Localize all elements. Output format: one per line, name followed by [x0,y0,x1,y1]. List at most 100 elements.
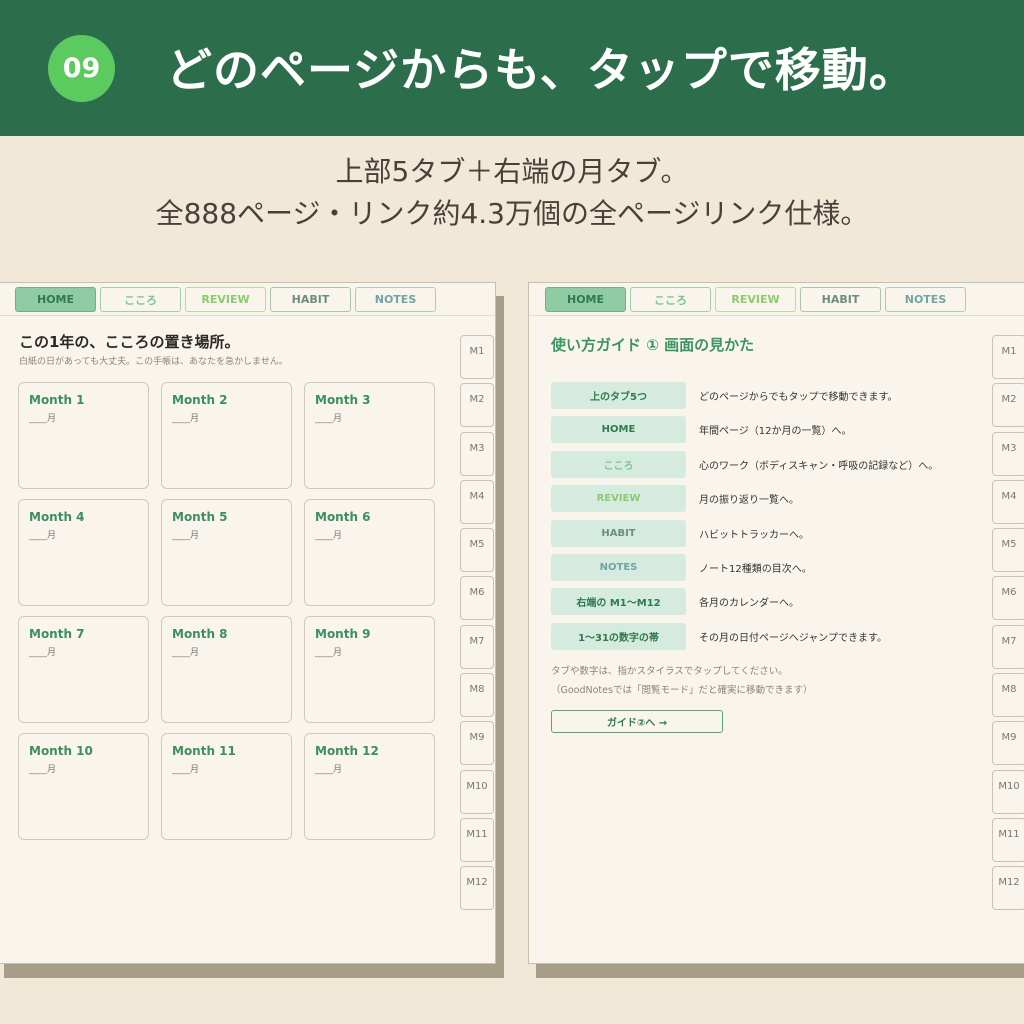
guide-row: HOME 年間ページ（12か月の一覧）へ。 [551,416,938,444]
month-card-2[interactable]: Month 2 ____月 [161,382,292,489]
guide-chip-month-tabs: 右端の M1〜M12 [551,588,686,616]
month-card-title: Month 5 [172,510,228,524]
month-card-11[interactable]: Month 11 ____月 [161,733,292,840]
header-banner: 09 どのページからも、タップで移動。 [0,0,1024,136]
month-blank: ____月 [172,414,200,424]
side-tab-m5[interactable]: M5 [992,528,1024,573]
month-card-6[interactable]: Month 6 ____月 [304,499,435,606]
guide-row: 1〜31の数字の帯 その月の日付ページへジャンプできます。 [551,622,938,650]
side-tab-m3[interactable]: M3 [992,431,1024,476]
tab-home[interactable]: HOME [545,287,626,312]
side-tab-m10[interactable]: M10 [460,769,494,814]
guide-title: 使い方ガイド ① 画面の見かた [551,336,755,354]
side-tab-m6[interactable]: M6 [460,576,494,621]
subtitle-line-1: 上部5タブ＋右端の月タブ。 [335,155,689,188]
month-blank: ____月 [315,531,343,541]
month-card-12[interactable]: Month 12 ____月 [304,733,435,840]
side-tab-m4[interactable]: M4 [992,479,1024,524]
month-card-10[interactable]: Month 10 ____月 [18,733,149,840]
month-card-7[interactable]: Month 7 ____月 [18,616,149,723]
side-tab-m1[interactable]: M1 [460,335,494,379]
month-blank: ____月 [172,531,200,541]
side-tab-m4[interactable]: M4 [460,479,494,524]
side-tab-m8[interactable]: M8 [460,673,494,718]
tab-habit[interactable]: HABIT [800,287,881,312]
guide-chip-habit: HABIT [551,519,686,547]
tab-home[interactable]: HOME [15,287,96,312]
month-card-4[interactable]: Month 4 ____月 [18,499,149,606]
month-card-3[interactable]: Month 3 ____月 [304,382,435,489]
page-title: この1年の、こころの置き場所。 [19,333,240,351]
month-card-title: Month 8 [172,627,228,641]
side-tab-m1[interactable]: M1 [992,335,1024,379]
side-tab-m12[interactable]: M12 [992,866,1024,911]
top-tabs: HOME こころ REVIEW HABIT NOTES [545,287,966,312]
month-card-title: Month 12 [315,744,379,758]
side-tab-m7[interactable]: M7 [460,624,494,669]
month-card-1[interactable]: Month 1 ____月 [18,382,149,489]
tab-kokoro[interactable]: こころ [630,287,711,312]
guide-note-goodnotes: （GoodNotesでは「閲覧モード」だと確実に移動できます） [551,685,813,696]
month-card-title: Month 1 [29,393,85,407]
tab-habit[interactable]: HABIT [270,287,351,312]
month-card-8[interactable]: Month 8 ____月 [161,616,292,723]
tab-notes[interactable]: NOTES [355,287,436,312]
month-card-title: Month 9 [315,627,371,641]
guide-chip-home: HOME [551,416,686,444]
month-blank: ____月 [29,531,57,541]
guide-desc: 月の振り返り一覧へ。 [699,495,799,507]
side-tab-m2[interactable]: M2 [460,383,494,428]
tab-notes[interactable]: NOTES [885,287,966,312]
month-blank: ____月 [29,414,57,424]
guide-list: 上のタブ5つ どのページからでもタップで移動できます。 HOME 年間ページ（1… [551,382,938,657]
planner-home-page: HOME こころ REVIEW HABIT NOTES この1年の、こころの置き… [0,282,496,964]
month-card-5[interactable]: Month 5 ____月 [161,499,292,606]
side-tab-m11[interactable]: M11 [460,817,494,862]
side-tab-m12[interactable]: M12 [460,866,494,911]
planner-guide-page: HOME こころ REVIEW HABIT NOTES 使い方ガイド ① 画面の… [528,282,1024,964]
tab-review[interactable]: REVIEW [715,287,796,312]
next-guide-button[interactable]: ガイド②へ → [551,710,723,733]
month-grid: Month 1 ____月 Month 2 ____月 Month 3 ____月 M… [18,382,435,840]
side-tab-m10[interactable]: M10 [992,769,1024,814]
side-tab-m3[interactable]: M3 [460,431,494,476]
tab-kokoro[interactable]: こころ [100,287,181,312]
guide-desc: その月の日付ページへジャンプできます。 [699,632,887,644]
side-tab-m7[interactable]: M7 [992,624,1024,669]
side-tab-m5[interactable]: M5 [460,528,494,573]
month-card-9[interactable]: Month 9 ____月 [304,616,435,723]
top-tabs: HOME こころ REVIEW HABIT NOTES [15,287,436,312]
guide-row: REVIEW 月の振り返り一覧へ。 [551,485,938,513]
guide-chip-top-tabs: 上のタブ5つ [551,382,686,409]
guide-row: HABIT ハビットトラッカーへ。 [551,519,938,547]
side-tab-m9[interactable]: M9 [460,721,494,766]
month-card-title: Month 11 [172,744,236,758]
month-blank: ____月 [172,765,200,775]
guide-desc: 心のワーク（ボディスキャン・呼吸の記録など）へ。 [699,460,939,472]
tab-divider [529,315,1024,316]
month-card-title: Month 10 [29,744,93,758]
guide-desc: 年間ページ（12か月の一覧）へ。 [699,426,852,438]
guide-row: NOTES ノート12種類の目次へ。 [551,553,938,581]
tab-review[interactable]: REVIEW [185,287,266,312]
tab-divider [0,315,495,316]
guide-desc: どのページからでもタップで移動できます。 [699,392,898,403]
guide-desc: ハビットトラッカーへ。 [699,529,809,541]
month-blank: ____月 [315,414,343,424]
guide-chip-kokoro: こころ [551,450,686,478]
side-tab-m8[interactable]: M8 [992,673,1024,718]
month-side-tabs: M1 M2 M3 M4 M5 M6 M7 M8 M9 M10 M11 M12 [460,335,494,915]
side-tab-m2[interactable]: M2 [992,383,1024,428]
headline: どのページからも、タップで移動。 [166,43,916,97]
month-side-tabs: M1 M2 M3 M4 M5 M6 M7 M8 M9 M10 M11 M12 [992,335,1024,915]
month-blank: ____月 [29,765,57,775]
side-tab-m9[interactable]: M9 [992,721,1024,766]
side-tab-m6[interactable]: M6 [992,576,1024,621]
guide-note: タブや数字は、指かスタイラスでタップしてください。 [551,666,788,677]
guide-desc: 各月のカレンダーへ。 [699,598,799,610]
month-card-title: Month 4 [29,510,85,524]
month-card-title: Month 3 [315,393,371,407]
month-card-title: Month 7 [29,627,85,641]
guide-chip-day-strip: 1〜31の数字の帯 [551,622,686,650]
side-tab-m11[interactable]: M11 [992,817,1024,862]
